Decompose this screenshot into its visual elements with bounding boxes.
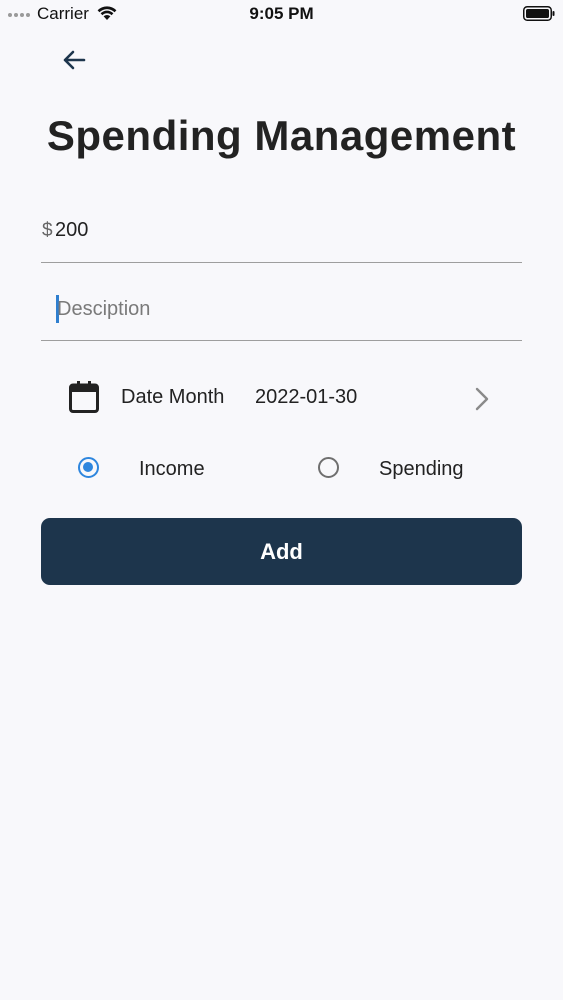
spending-radio-option[interactable]: Spending [317, 452, 517, 486]
calendar-icon [69, 381, 99, 413]
description-input[interactable] [57, 295, 497, 323]
income-radio-option[interactable]: Income [77, 452, 277, 486]
spending-management-screen: Carrier 9:05 PM Spending Management $ 20… [0, 0, 563, 1000]
status-time: 9:05 PM [249, 4, 314, 23]
currency-prefix: $ [42, 220, 53, 241]
add-button[interactable]: Add [41, 518, 522, 585]
back-button[interactable] [56, 44, 92, 76]
status-bar: Carrier 9:05 PM [0, 0, 563, 28]
arrow-left-icon [63, 50, 86, 70]
page-title: Spending Management [46, 112, 517, 159]
date-value: 2022-01-30 [255, 386, 358, 408]
description-field[interactable] [41, 287, 522, 341]
battery-icon [523, 6, 555, 21]
amount-field[interactable]: $ [41, 208, 522, 263]
spending-radio-button[interactable] [318, 457, 339, 478]
income-radio-button[interactable] [78, 457, 99, 478]
date-label: Date Month [121, 386, 225, 408]
amount-input[interactable] [55, 216, 495, 244]
spending-label: Spending [379, 458, 464, 480]
chevron-right-icon [475, 387, 489, 411]
income-label: Income [139, 458, 205, 480]
date-picker-row[interactable]: Date Month 2022-01-30 [41, 372, 522, 424]
